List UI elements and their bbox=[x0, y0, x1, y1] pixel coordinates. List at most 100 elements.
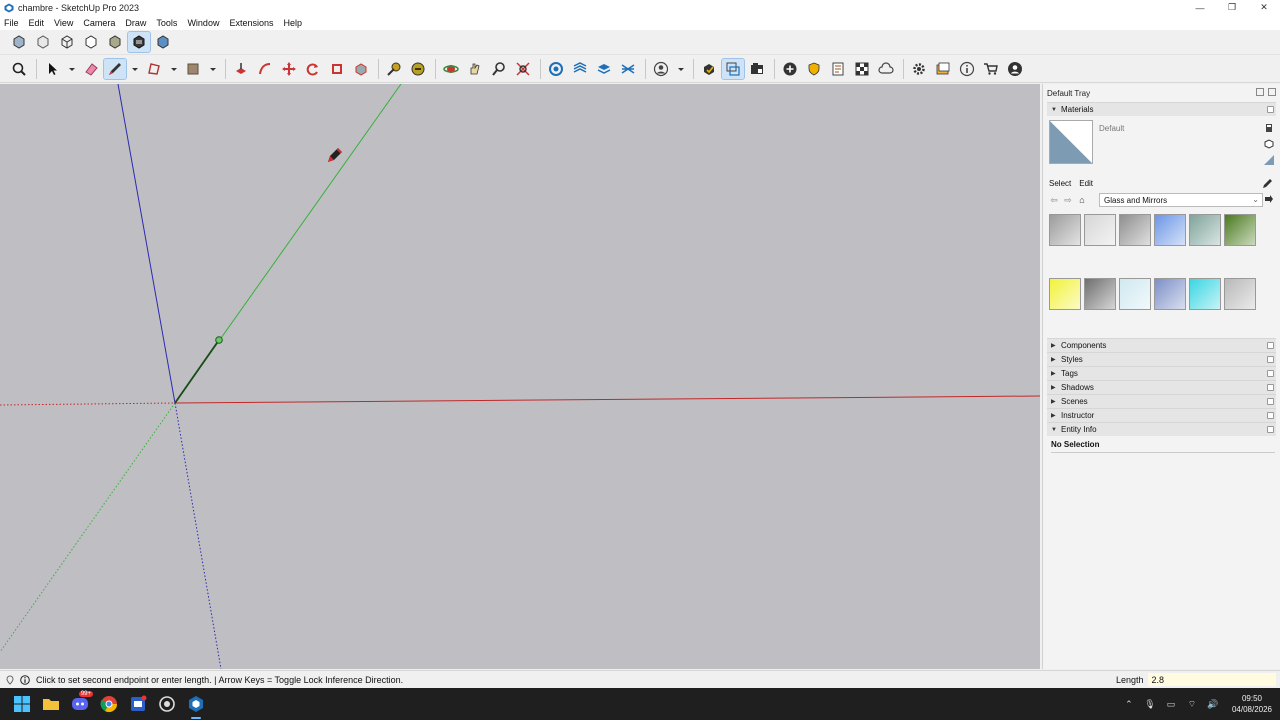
select-mode-button[interactable] bbox=[721, 58, 745, 80]
hidden-line-button[interactable] bbox=[80, 32, 102, 52]
instructor-panel-header[interactable]: ▶ Instructor bbox=[1047, 408, 1276, 422]
cloud-sync-button[interactable] bbox=[875, 59, 897, 79]
push-pull-button[interactable] bbox=[230, 59, 252, 79]
paint-tool-button[interactable] bbox=[182, 59, 204, 79]
xray-style-button[interactable] bbox=[8, 32, 30, 52]
panel-close-button[interactable] bbox=[1267, 370, 1274, 377]
wifi-icon[interactable]: ⌔ bbox=[1186, 698, 1198, 710]
tab-edit[interactable]: Edit bbox=[1079, 179, 1093, 188]
current-material-swatch[interactable] bbox=[1049, 120, 1093, 164]
solid-inspector-button[interactable] bbox=[698, 59, 720, 79]
components-panel-header[interactable]: ▶ Components bbox=[1047, 338, 1276, 352]
menu-window[interactable]: Window bbox=[187, 18, 219, 28]
panel-close-button[interactable] bbox=[1267, 342, 1274, 349]
volume-icon[interactable]: 🔊 bbox=[1207, 698, 1219, 710]
taskbar-discord[interactable]: 99+ bbox=[68, 691, 93, 716]
material-swatch[interactable] bbox=[1189, 214, 1221, 246]
close-button[interactable]: ✕ bbox=[1248, 0, 1280, 15]
line-tool-button[interactable] bbox=[103, 58, 127, 80]
material-swatch[interactable] bbox=[1084, 277, 1116, 310]
panel-close-button[interactable] bbox=[1267, 426, 1274, 433]
material-swatch[interactable] bbox=[1189, 277, 1221, 310]
dialogs-button[interactable] bbox=[932, 59, 954, 79]
shaded-with-textures-button[interactable] bbox=[127, 31, 151, 53]
move-tool-button[interactable] bbox=[278, 59, 300, 79]
layout-button[interactable] bbox=[593, 59, 615, 79]
model-info-button[interactable] bbox=[956, 59, 978, 79]
shaded-button[interactable] bbox=[104, 32, 126, 52]
menu-edit[interactable]: Edit bbox=[29, 18, 45, 28]
measurement-value-input[interactable]: 2.8 bbox=[1147, 673, 1276, 686]
material-swatch[interactable] bbox=[1154, 277, 1186, 310]
generate-report-button[interactable] bbox=[827, 59, 849, 79]
monochrome-button[interactable] bbox=[152, 32, 174, 52]
tray-pin-button[interactable] bbox=[1256, 88, 1264, 96]
pan-tool-button[interactable] bbox=[464, 59, 486, 79]
offset-tool-button[interactable] bbox=[350, 59, 372, 79]
create-material-icon[interactable] bbox=[1264, 138, 1274, 149]
warehouse-button[interactable] bbox=[545, 59, 567, 79]
material-swatch[interactable] bbox=[1224, 277, 1256, 310]
menu-camera[interactable]: Camera bbox=[83, 18, 115, 28]
entity-info-panel-header[interactable]: ▼ Entity Info bbox=[1047, 422, 1276, 436]
search-button[interactable] bbox=[8, 59, 30, 79]
material-swatch[interactable] bbox=[1224, 214, 1256, 246]
default-material-corner-icon[interactable] bbox=[1264, 154, 1274, 165]
orbit-tool-button[interactable] bbox=[440, 59, 462, 79]
scene-capture-button[interactable] bbox=[746, 59, 768, 79]
text-tool-button[interactable] bbox=[407, 59, 429, 79]
panel-close-button[interactable] bbox=[1267, 398, 1274, 405]
panel-close-button[interactable] bbox=[1267, 356, 1274, 363]
tags-panel-header[interactable]: ▶ Tags bbox=[1047, 366, 1276, 380]
menu-extensions[interactable]: Extensions bbox=[229, 18, 273, 28]
follow-me-button[interactable] bbox=[254, 59, 276, 79]
menu-tools[interactable]: Tools bbox=[156, 18, 177, 28]
instructor-info-icon[interactable] bbox=[20, 674, 30, 685]
menu-draw[interactable]: Draw bbox=[125, 18, 146, 28]
panel-close-button[interactable] bbox=[1267, 412, 1274, 419]
rotate-tool-button[interactable] bbox=[302, 59, 324, 79]
texture-checker-button[interactable] bbox=[851, 59, 873, 79]
eraser-tool-button[interactable] bbox=[80, 59, 102, 79]
tray-close-button[interactable] bbox=[1268, 88, 1276, 96]
account-button[interactable] bbox=[650, 59, 672, 79]
shield-button[interactable] bbox=[803, 59, 825, 79]
taskbar-sketchup[interactable] bbox=[184, 692, 208, 719]
material-swatch[interactable] bbox=[1119, 277, 1151, 310]
geo-location-icon[interactable] bbox=[5, 674, 15, 685]
shape-dropdown[interactable] bbox=[167, 59, 181, 79]
zoom-tool-button[interactable] bbox=[488, 59, 510, 79]
extension-manager-button[interactable] bbox=[617, 59, 639, 79]
model-settings-button[interactable] bbox=[908, 59, 930, 79]
shape-tool-button[interactable] bbox=[143, 59, 165, 79]
forward-arrow-icon[interactable]: ⇨ bbox=[1061, 195, 1075, 206]
taskbar-file-explorer[interactable] bbox=[39, 692, 63, 716]
material-swatch[interactable] bbox=[1049, 214, 1081, 246]
profile-button[interactable] bbox=[1004, 59, 1026, 79]
styles-panel-header[interactable]: ▶ Styles bbox=[1047, 352, 1276, 366]
menu-file[interactable]: File bbox=[4, 18, 19, 28]
material-swatch[interactable] bbox=[1154, 214, 1186, 246]
display-icon[interactable]: ▭ bbox=[1165, 698, 1177, 710]
chevron-up-icon[interactable]: ⌃ bbox=[1123, 698, 1135, 710]
display-secondary-pane-icon[interactable] bbox=[1264, 122, 1274, 132]
tape-measure-button[interactable] bbox=[383, 59, 405, 79]
back-arrow-icon[interactable]: ⇦ bbox=[1047, 195, 1061, 206]
materials-close-button[interactable] bbox=[1267, 106, 1274, 113]
add-location-button[interactable] bbox=[779, 59, 801, 79]
material-swatch[interactable] bbox=[1119, 214, 1151, 246]
select-tool-button[interactable] bbox=[41, 59, 63, 79]
scale-tool-button[interactable] bbox=[326, 59, 348, 79]
start-button[interactable] bbox=[10, 692, 34, 716]
material-swatch[interactable] bbox=[1084, 214, 1116, 246]
taskbar-github-desktop[interactable] bbox=[155, 692, 179, 716]
taskbar-chrome[interactable] bbox=[97, 692, 121, 716]
taskbar-app-blue[interactable] bbox=[126, 692, 150, 716]
system-clock[interactable]: 09:50 04/08/2026 bbox=[1232, 693, 1272, 715]
menu-view[interactable]: View bbox=[54, 18, 73, 28]
line-dropdown[interactable] bbox=[128, 59, 142, 79]
zoom-extents-button[interactable] bbox=[512, 59, 534, 79]
panel-close-button[interactable] bbox=[1267, 384, 1274, 391]
shadows-panel-header[interactable]: ▶ Shadows bbox=[1047, 380, 1276, 394]
wireframe-button[interactable] bbox=[56, 32, 78, 52]
